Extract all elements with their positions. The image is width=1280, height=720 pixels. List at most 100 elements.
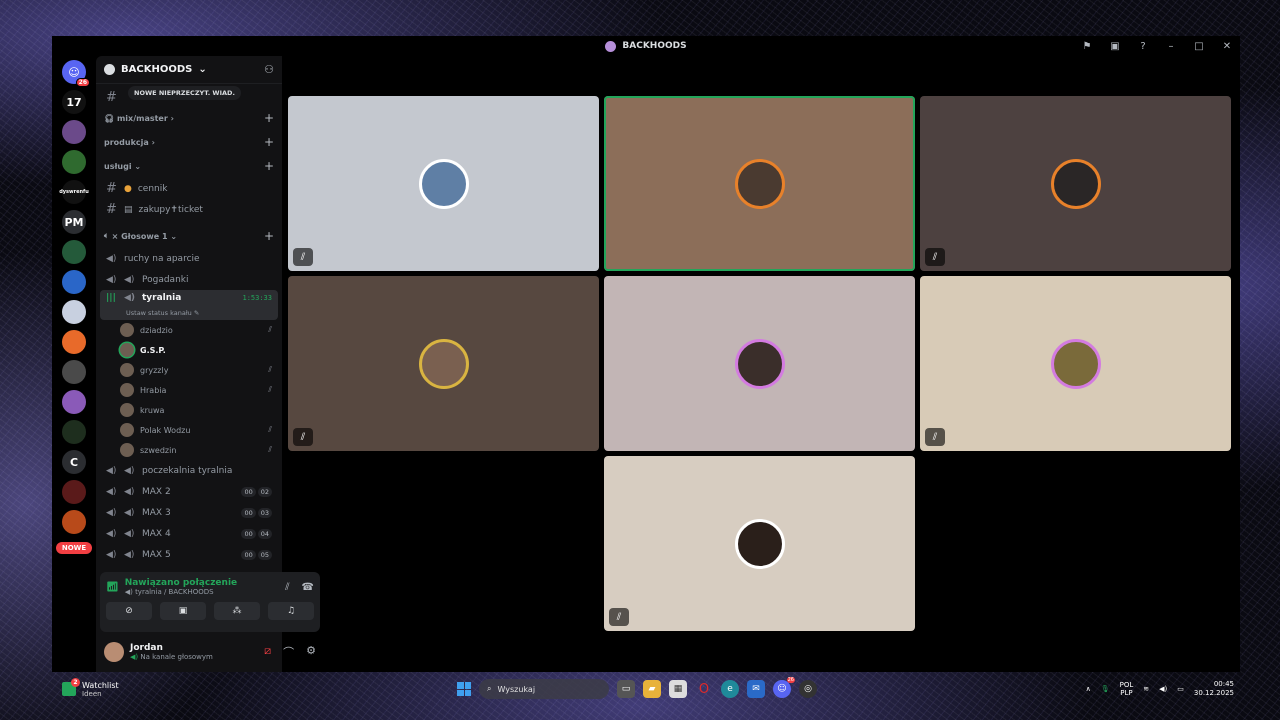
guild-header[interactable]: BACKHOODS ⌄ ⚇ [96, 56, 282, 84]
chevron-up-icon[interactable]: ∧ [1086, 685, 1091, 693]
steam-icon[interactable]: ◎ [799, 680, 817, 698]
gear-icon[interactable]: ⚙ [306, 644, 316, 660]
category-uslugi[interactable]: usługi ⌄ + [100, 154, 278, 178]
set-status-link[interactable]: Ustaw status kanału [126, 309, 192, 317]
video-tile[interactable] [604, 96, 915, 271]
category-glosowe[interactable]: 🔈︎ × Głosowe 1 ⌄ + [100, 224, 278, 248]
server-icon[interactable]: dyswrenfu [59, 180, 89, 204]
server-icon[interactable] [62, 510, 86, 534]
server-icon[interactable] [62, 270, 86, 294]
mic-muted-icon: ⫽ [268, 425, 272, 434]
signal-icon[interactable]: 📶︎ [106, 582, 119, 593]
search-box[interactable]: ⌕ Wyszukaj [479, 679, 609, 699]
add-channel-icon[interactable]: + [264, 159, 274, 173]
speaker-icon: ◀) [124, 549, 135, 560]
video-tile[interactable]: ⫽ [288, 96, 599, 271]
video-tile[interactable]: ⫽ [604, 456, 915, 631]
server-icon[interactable] [62, 360, 86, 384]
speaker-icon: ◀) [106, 465, 117, 476]
microphone-icon[interactable]: 🎙︎ [1101, 685, 1110, 693]
speaker-icon: ◀) [106, 486, 117, 497]
inbox-flag-icon[interactable]: ⚑ [1080, 41, 1094, 52]
server-icon[interactable] [62, 330, 86, 354]
username[interactable]: Jordan [130, 643, 213, 653]
mic-muted-icon[interactable]: ⧄ [264, 644, 271, 660]
voice-user[interactable]: gryzzly ⫽ [100, 360, 278, 380]
video-tile[interactable]: ⫽ [288, 276, 599, 451]
voice-user-list: dziadzio ⫽ G.S.P. gryzzly ⫽ Hrabia ⫽ kruwa Polak… [100, 320, 278, 460]
server-icon[interactable] [62, 480, 86, 504]
add-channel-icon[interactable]: + [264, 111, 274, 125]
speaker-icon: ◀) [124, 274, 135, 285]
server-icon[interactable] [62, 300, 86, 324]
participant-avatar [1050, 158, 1101, 209]
server-icon[interactable] [62, 420, 86, 444]
task-view-icon[interactable]: ▭ [617, 680, 635, 698]
voice-user[interactable]: G.S.P. [100, 340, 278, 360]
speaker-icon: ◀) [106, 253, 117, 264]
voice-channel-ruchy[interactable]: ◀) ruchy na aparcie [100, 248, 278, 269]
store-icon[interactable]: ▦ [669, 680, 687, 698]
invite-people-icon[interactable]: ⚇ [264, 63, 274, 76]
category-mix-master[interactable]: 🎧︎ mix/master › + [100, 106, 278, 130]
speaker-icon: ◀) [106, 528, 117, 539]
battery-icon[interactable]: ▭ [1177, 685, 1184, 693]
file-explorer-icon[interactable]: ▰ [643, 680, 661, 698]
avatar [120, 383, 134, 397]
watchlist-widget[interactable]: 2 Watchlist Ideen [52, 678, 119, 698]
video-tile[interactable]: ⫽ [920, 96, 1231, 271]
home-button[interactable]: ☺ 26 [62, 60, 90, 87]
start-button[interactable] [457, 682, 471, 696]
screen-icon[interactable]: ▣ [1108, 41, 1122, 52]
voice-user[interactable]: kruwa [100, 400, 278, 420]
add-channel-icon[interactable]: + [264, 135, 274, 149]
channel-zakupy[interactable]: # ▤ zakupy✝ticket [100, 199, 278, 220]
watchlist-title: Watchlist [82, 680, 119, 690]
new-messages-pill[interactable]: NOWE [55, 542, 93, 554]
avatar[interactable] [104, 642, 124, 662]
screen-share-button[interactable]: ▣ [160, 602, 206, 620]
activities-button[interactable]: ⁂ [214, 602, 260, 620]
wifi-icon[interactable]: ≋ [1143, 685, 1149, 693]
server-icon[interactable]: C [62, 450, 86, 474]
opera-icon[interactable]: O [695, 680, 713, 698]
server-icon[interactable] [62, 390, 86, 414]
connection-location[interactable]: tyralnia / BACKHOODS [135, 588, 214, 596]
channel-cennik[interactable]: # ● cennik [100, 178, 278, 199]
server-icon[interactable] [62, 150, 86, 174]
server-icon[interactable]: 17 [62, 90, 86, 114]
discord-taskbar-icon[interactable]: ☺ 26 [773, 677, 795, 698]
unread-tooltip[interactable]: NOWE NIEPRZECZYT. WIAD. [128, 86, 241, 100]
server-icon[interactable] [62, 240, 86, 264]
voice-channel-pogadanki[interactable]: ◀) ◀) Pogadanki [100, 269, 278, 290]
category-label: mix/master [116, 113, 168, 123]
server-icon[interactable] [62, 120, 86, 144]
voice-user[interactable]: dziadzio ⫽ [100, 320, 278, 340]
voice-channel-max[interactable]: ◀) ◀) MAX 5 00 05 [100, 544, 278, 565]
voice-channel-tyralnia[interactable]: ||| ◀) tyralnia 1:53:33 Ustaw status kan… [100, 290, 278, 320]
volume-icon[interactable]: ◀) [1159, 685, 1167, 693]
mic-muted-icon: ⫽ [268, 445, 272, 454]
video-tile[interactable] [604, 276, 915, 451]
video-tile[interactable]: ⫽ [920, 276, 1231, 451]
clock[interactable]: 00:45 30.12.2025 [1194, 680, 1234, 698]
server-icon[interactable]: PM [62, 210, 86, 234]
voice-channel-max[interactable]: ◀) ◀) MAX 4 00 04 [100, 523, 278, 544]
language-indicator[interactable]: POL PLP [1120, 681, 1134, 698]
add-channel-icon[interactable]: + [264, 229, 274, 243]
voice-channel-max[interactable]: ◀) ◀) MAX 2 00 02 [100, 481, 278, 502]
minimize-button[interactable]: – [1164, 41, 1178, 52]
voice-channel-max[interactable]: ◀) ◀) MAX 3 00 03 [100, 502, 278, 523]
voice-user[interactable]: Polak Wodzu ⫽ [100, 420, 278, 440]
voice-user[interactable]: szwedzin ⫽ [100, 440, 278, 460]
maximize-button[interactable]: □ [1192, 41, 1206, 52]
category-produkcja[interactable]: produkcja › + [100, 130, 278, 154]
voice-channel-poczekalnia[interactable]: ◀) ◀) poczekalnia tyralnia [100, 460, 278, 481]
help-icon[interactable]: ? [1136, 41, 1150, 52]
outlook-icon[interactable]: ✉ [747, 680, 765, 698]
voice-user[interactable]: Hrabia ⫽ [100, 380, 278, 400]
camera-off-button[interactable]: ⊘ [106, 602, 152, 620]
headphones-icon[interactable]: ⌒ [283, 644, 294, 660]
edge-icon[interactable]: e [721, 680, 739, 698]
close-button[interactable]: ✕ [1220, 41, 1234, 52]
